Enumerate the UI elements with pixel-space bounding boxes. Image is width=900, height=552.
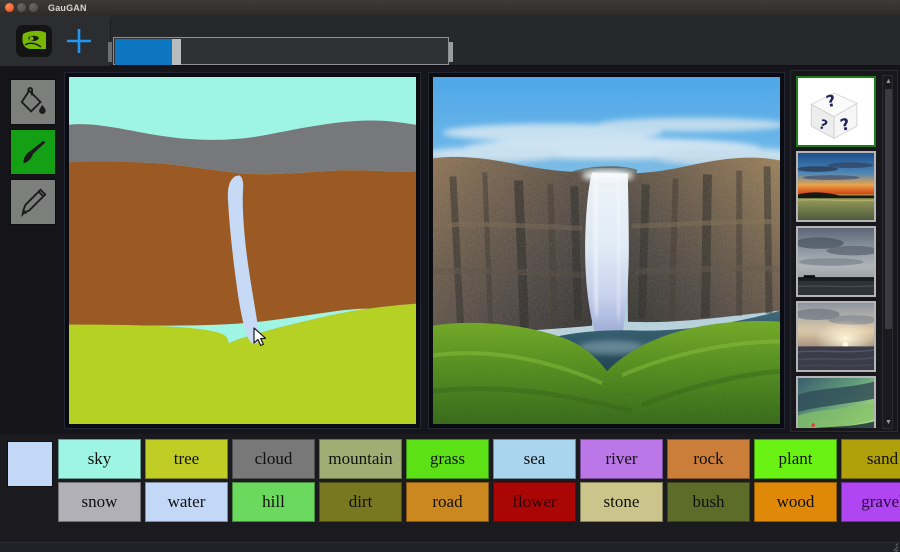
label-button-grass[interactable]: grass: [406, 439, 489, 479]
slider-handle[interactable]: [172, 39, 181, 65]
toolbar-left-group: [0, 15, 110, 66]
main-toolbar: [0, 15, 900, 66]
style-thumb-green-wave[interactable]: [796, 376, 876, 428]
label-button-flower[interactable]: flower: [493, 482, 576, 522]
close-window-icon[interactable]: [5, 3, 14, 12]
tool-button-fill[interactable]: [10, 79, 56, 125]
status-bar: [0, 542, 900, 552]
nvidia-logo-icon[interactable]: [16, 24, 52, 57]
label-palette: sky tree cloud mountain grass sea river rock pla…: [0, 434, 900, 542]
label-button-rock[interactable]: rock: [667, 439, 750, 479]
label-button-hill[interactable]: hill: [232, 482, 315, 522]
label-button-grid: sky tree cloud mountain grass sea river rock pla…: [58, 439, 900, 522]
gaugan-app-window: GauGAN ? ? ? ▲ ▼ sky tree cloud mountain…: [0, 0, 900, 552]
style-thumb-dusk-sunburst[interactable]: [796, 301, 876, 372]
label-button-sky[interactable]: sky: [58, 439, 141, 479]
tool-button-brush[interactable]: [10, 129, 56, 175]
label-button-bush[interactable]: bush: [667, 482, 750, 522]
slider-fill: [115, 39, 172, 65]
scroll-down-arrow-icon[interactable]: ▼: [883, 417, 894, 428]
label-button-snow[interactable]: snow: [58, 482, 141, 522]
label-button-sand[interactable]: sand: [841, 439, 900, 479]
segmentation-canvas-frame: [64, 72, 421, 429]
label-button-mountain[interactable]: mountain: [319, 439, 402, 479]
label-button-tree[interactable]: tree: [145, 439, 228, 479]
scroll-up-arrow-icon[interactable]: ▲: [883, 76, 894, 87]
style-thumb-overcast-sea[interactable]: [796, 226, 876, 297]
minimize-window-icon[interactable]: [17, 3, 26, 12]
label-button-river[interactable]: river: [580, 439, 663, 479]
style-thumbnail-list: ? ? ?: [796, 76, 880, 428]
label-button-road[interactable]: road: [406, 482, 489, 522]
maximize-window-icon[interactable]: [29, 3, 38, 12]
label-button-plant[interactable]: plant: [754, 439, 837, 479]
window-titlebar: GauGAN: [0, 0, 900, 15]
slider-right-cap: [449, 42, 453, 62]
segmentation-canvas[interactable]: [69, 77, 416, 424]
label-button-wood[interactable]: wood: [754, 482, 837, 522]
label-button-stone[interactable]: stone: [580, 482, 663, 522]
style-panel-scrollbar[interactable]: ▲ ▼: [882, 75, 893, 429]
style-thumb-sunset-beach[interactable]: [796, 151, 876, 222]
generated-image-frame: [428, 72, 785, 429]
tool-sidebar: [0, 66, 60, 434]
window-controls: [0, 3, 38, 12]
scrollbar-thumb[interactable]: [885, 89, 892, 329]
brush-size-slider[interactable]: [108, 37, 453, 67]
tool-button-pencil[interactable]: [10, 179, 56, 225]
slider-left-cap: [108, 42, 112, 62]
slider-track[interactable]: [113, 37, 449, 65]
window-title: GauGAN: [48, 2, 87, 13]
label-button-water[interactable]: water: [145, 482, 228, 522]
resize-grip[interactable]: [888, 542, 899, 552]
label-button-sea[interactable]: sea: [493, 439, 576, 479]
generated-image-canvas[interactable]: [433, 77, 780, 424]
label-button-gravel[interactable]: gravel: [841, 482, 900, 522]
style-thumbnails-panel: ? ? ? ▲ ▼: [790, 70, 898, 432]
label-button-dirt[interactable]: dirt: [319, 482, 402, 522]
current-color-swatch[interactable]: [7, 441, 53, 487]
plus-icon[interactable]: [64, 26, 94, 56]
style-thumb-random-dice[interactable]: ? ? ?: [796, 76, 876, 147]
label-button-cloud[interactable]: cloud: [232, 439, 315, 479]
